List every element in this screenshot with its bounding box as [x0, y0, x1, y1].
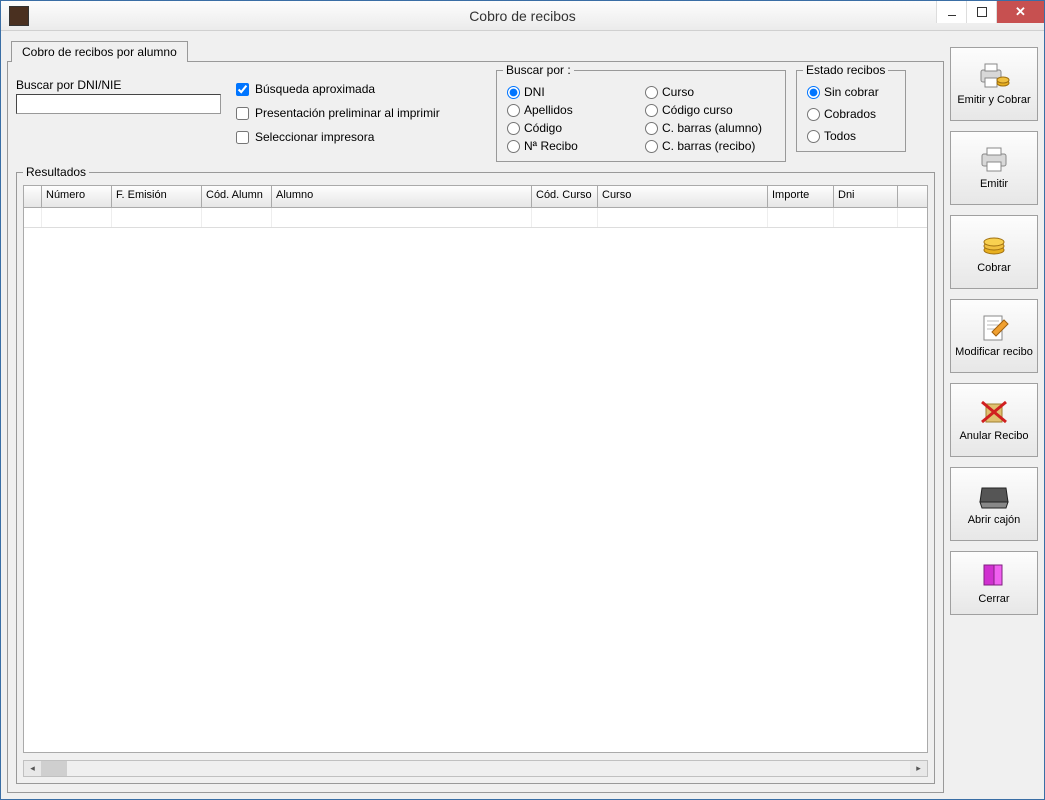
window-buttons: ✕ [936, 1, 1044, 23]
column-header[interactable]: Alumno [272, 186, 532, 207]
emitir-label: Emitir [980, 178, 1008, 190]
check-busqueda-aprox[interactable] [236, 83, 249, 96]
exit-icon [978, 561, 1010, 589]
abrir-cajon-label: Abrir cajón [968, 514, 1021, 526]
cerrar-button[interactable]: Cerrar [950, 551, 1038, 615]
radio-nrecibo-label: Nª Recibo [524, 139, 578, 153]
cash-drawer-icon [978, 482, 1010, 510]
anular-label: Anular Recibo [959, 430, 1028, 442]
search-input[interactable] [16, 94, 221, 114]
column-header[interactable] [24, 186, 42, 207]
radio-dni[interactable] [507, 86, 520, 99]
radio-apellidos[interactable] [507, 104, 520, 117]
buscar-col1: DNI Apellidos Código Nª Recibo [507, 85, 637, 153]
titlebar: Cobro de recibos ✕ [1, 1, 1044, 31]
abrir-cajon-button[interactable]: Abrir cajón [950, 467, 1038, 541]
edit-document-icon [978, 314, 1010, 342]
emitir-button[interactable]: Emitir [950, 131, 1038, 205]
cell [272, 208, 532, 227]
radio-curso-label: Curso [662, 85, 694, 99]
cobrar-button[interactable]: Cobrar [950, 215, 1038, 289]
anular-recibo-button[interactable]: Anular Recibo [950, 383, 1038, 457]
sidebar: Emitir y Cobrar Emitir Cobrar Modificar … [950, 37, 1038, 793]
check-busqueda-aprox-label: Búsqueda aproximada [255, 82, 375, 96]
cell [532, 208, 598, 227]
search-label: Buscar por DNI/NIE [16, 78, 226, 92]
tab-cobro-por-alumno[interactable]: Cobro de recibos por alumno [11, 41, 188, 62]
printer-coins-icon [978, 62, 1010, 90]
cell [112, 208, 202, 227]
check-preview[interactable] [236, 107, 249, 120]
column-header[interactable]: Número [42, 186, 112, 207]
radio-cobrados[interactable] [807, 108, 820, 121]
radio-nrecibo[interactable] [507, 140, 520, 153]
group-estado-legend: Estado recibos [803, 63, 888, 77]
scroll-right-button[interactable]: ▸ [910, 761, 927, 776]
radio-sin-cobrar-label: Sin cobrar [824, 85, 879, 99]
radio-sin-cobrar[interactable] [807, 86, 820, 99]
column-header[interactable]: Curso [598, 186, 768, 207]
column-header[interactable]: Cód. Curso [532, 186, 598, 207]
coins-icon [978, 230, 1010, 258]
radio-dni-label: DNI [524, 85, 545, 99]
grid-header: NúmeroF. EmisiónCód. AlumnAlumnoCód. Cur… [24, 186, 927, 208]
cerrar-label: Cerrar [978, 593, 1009, 605]
tab-content: Buscar por DNI/NIE Búsqueda aproximada P… [7, 61, 944, 793]
radio-codigo[interactable] [507, 122, 520, 135]
window-title: Cobro de recibos [469, 8, 576, 24]
radio-cobrados-label: Cobrados [824, 107, 876, 121]
cell [42, 208, 112, 227]
column-header[interactable]: Dni [834, 186, 898, 207]
cell [598, 208, 768, 227]
maximize-button[interactable] [966, 1, 996, 23]
column-header[interactable]: Cód. Alumn [202, 186, 272, 207]
check-preview-label: Presentación preliminar al imprimir [255, 106, 440, 120]
minimize-button[interactable] [936, 1, 966, 23]
table-row[interactable] [24, 208, 927, 228]
radio-todos[interactable] [807, 130, 820, 143]
close-button[interactable]: ✕ [996, 1, 1044, 23]
cell [202, 208, 272, 227]
scroll-thumb[interactable] [41, 761, 67, 776]
check-select-printer-label: Seleccionar impresora [255, 130, 374, 144]
group-buscar-por: Buscar por : DNI Apellidos Código Nª Rec… [496, 70, 786, 162]
printer-icon [978, 146, 1010, 174]
cobrar-label: Cobrar [977, 262, 1011, 274]
radio-codigo-curso-label: Código curso [662, 103, 733, 117]
column-header[interactable]: Importe [768, 186, 834, 207]
emitir-cobrar-button[interactable]: Emitir y Cobrar [950, 47, 1038, 121]
modificar-label: Modificar recibo [955, 346, 1033, 358]
group-resultados: Resultados NúmeroF. EmisiónCód. AlumnAlu… [16, 172, 935, 784]
cell [834, 208, 898, 227]
scroll-left-button[interactable]: ◂ [24, 761, 41, 776]
group-resultados-legend: Resultados [23, 165, 89, 179]
emitir-cobrar-label: Emitir y Cobrar [957, 94, 1030, 106]
buscar-col2: Curso Código curso C. barras (alumno) C.… [645, 85, 775, 153]
results-grid[interactable]: NúmeroF. EmisiónCód. AlumnAlumnoCód. Cur… [23, 185, 928, 753]
radio-curso[interactable] [645, 86, 658, 99]
tabstrip: Cobro de recibos por alumno [7, 37, 944, 61]
radio-cbarras-alumno[interactable] [645, 122, 658, 135]
radio-codigo-label: Código [524, 121, 562, 135]
radio-apellidos-label: Apellidos [524, 103, 573, 117]
column-header[interactable]: F. Emisión [112, 186, 202, 207]
cell [24, 208, 42, 227]
app-icon [9, 6, 29, 26]
radio-codigo-curso[interactable] [645, 104, 658, 117]
radio-cbarras-alumno-label: C. barras (alumno) [662, 121, 762, 135]
radio-cbarras-recibo-label: C. barras (recibo) [662, 139, 755, 153]
radio-todos-label: Todos [824, 129, 856, 143]
modificar-recibo-button[interactable]: Modificar recibo [950, 299, 1038, 373]
horizontal-scrollbar[interactable]: ◂ ▸ [23, 760, 928, 777]
group-buscar-por-legend: Buscar por : [503, 63, 574, 77]
check-select-printer[interactable] [236, 131, 249, 144]
radio-cbarras-recibo[interactable] [645, 140, 658, 153]
delete-icon [978, 398, 1010, 426]
group-estado-recibos: Estado recibos Sin cobrar Cobrados Todos [796, 70, 906, 152]
cell [768, 208, 834, 227]
